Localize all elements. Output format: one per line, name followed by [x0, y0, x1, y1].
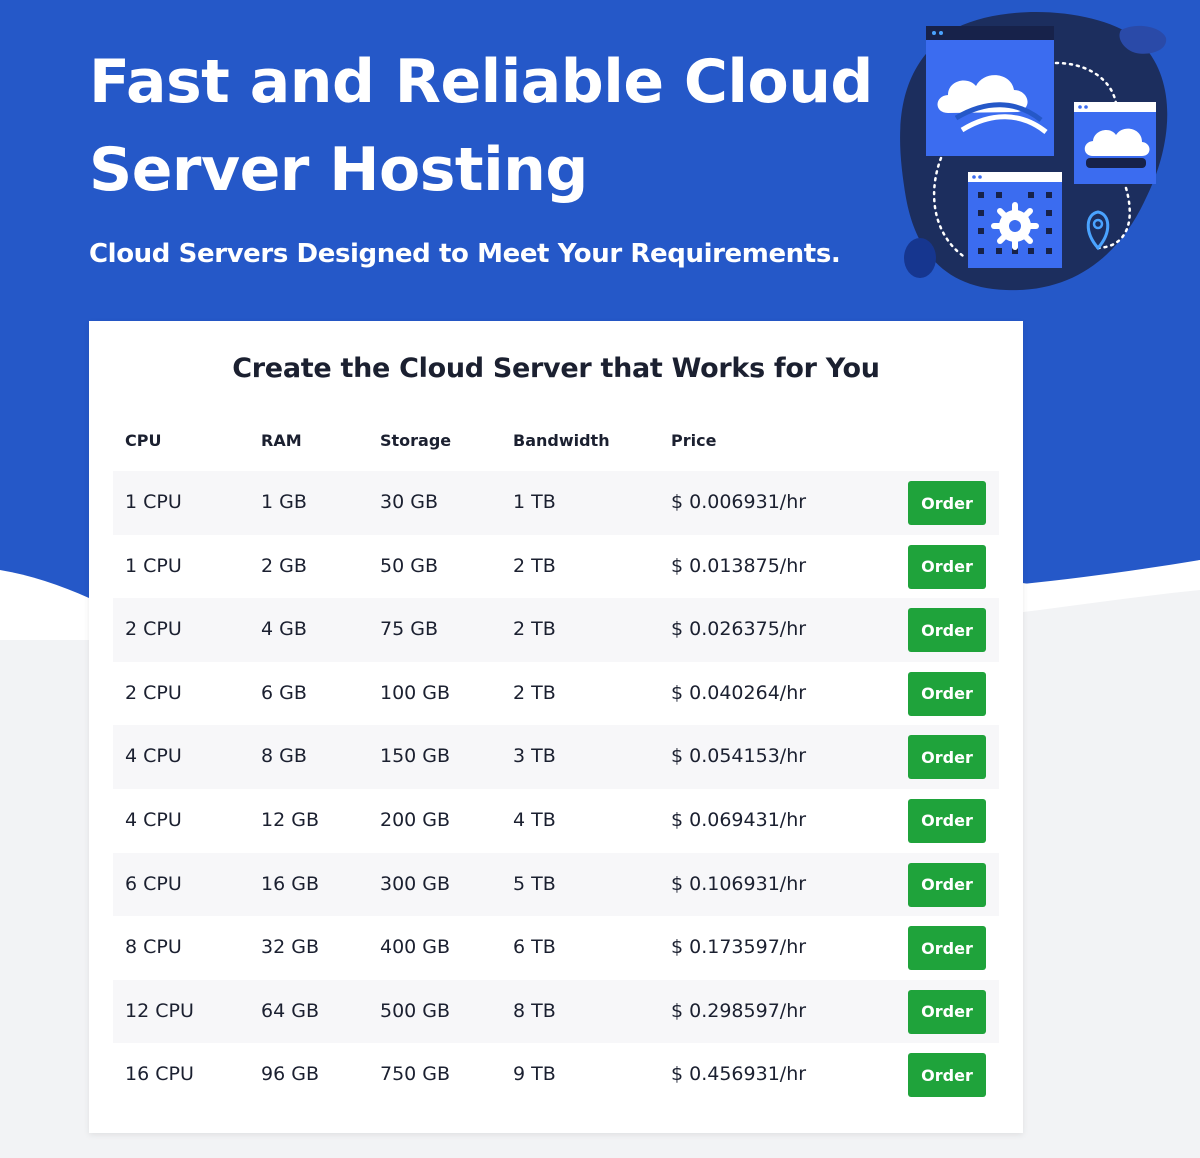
hero-title-line-2: Server Hosting: [89, 135, 588, 205]
ram-cell: 32 GB: [261, 936, 319, 959]
ram-cell: 12 GB: [261, 808, 319, 831]
order-button[interactable]: Order: [908, 989, 986, 1034]
order-button[interactable]: Order: [908, 608, 986, 653]
ram-cell: 16 GB: [261, 872, 319, 895]
bandwidth-cell: 1 TB: [513, 491, 556, 513]
bandwidth-cell: 2 TB: [513, 681, 556, 704]
table-row: 16 CPU 96 GB 750 GB 9 TB $ 0.456931/hr Order: [113, 1043, 999, 1107]
bandwidth-cell: 9 TB: [513, 1063, 556, 1086]
cpu-cell: 2 CPU: [125, 681, 182, 704]
ram-cell: 2 GB: [261, 554, 307, 577]
price-cell: $ 0.054153/hr: [671, 745, 807, 768]
bandwidth-cell: 2 TB: [513, 618, 556, 641]
table-row: 4 CPU 12 GB 200 GB 4 TB $ 0.069431/hr Order: [113, 789, 999, 853]
pricing-title: Create the Cloud Server that Works for Y…: [232, 353, 880, 384]
ram-cell: 6 GB: [261, 681, 307, 704]
order-button[interactable]: Order: [908, 481, 986, 525]
storage-cell: 75 GB: [380, 618, 438, 641]
order-button[interactable]: Order: [908, 671, 986, 716]
storage-cell: 150 GB: [380, 745, 451, 768]
column-header-bandwidth: Bandwidth: [513, 431, 610, 450]
cpu-cell: 1 CPU: [125, 491, 182, 513]
price-cell: $ 0.456931/hr: [671, 1063, 807, 1086]
server-gear-icon: [968, 172, 1062, 268]
order-button[interactable]: Order: [908, 798, 986, 843]
price-cell: $ 0.069431/hr: [671, 808, 807, 831]
price-cell: $ 0.106931/hr: [671, 872, 807, 895]
order-button[interactable]: Order: [908, 735, 986, 780]
cpu-cell: 2 CPU: [125, 618, 182, 641]
bandwidth-cell: 5 TB: [513, 872, 556, 895]
cpu-cell: 6 CPU: [125, 872, 182, 895]
table-row: 12 CPU 64 GB 500 GB 8 TB $ 0.298597/hr Order: [113, 979, 999, 1044]
table-row: 2 CPU 6 GB 100 GB 2 TB $ 0.040264/hr Order: [113, 662, 999, 726]
column-header-cpu: CPU: [125, 431, 162, 450]
table-row: 1 CPU 1 GB 30 GB 1 TB $ 0.006931/hr Order: [113, 471, 999, 535]
table-row: 6 CPU 16 GB 300 GB 5 TB $ 0.106931/hr Order: [113, 852, 999, 917]
column-header-storage: Storage: [380, 431, 452, 450]
table-row: 1 CPU 2 GB 50 GB 2 TB $ 0.013875/hr Order: [113, 535, 999, 599]
table-row: 4 CPU 8 GB 150 GB 3 TB $ 0.054153/hr Order: [113, 725, 999, 789]
price-cell: $ 0.026375/hr: [671, 618, 807, 641]
cpu-cell: 4 CPU: [125, 745, 182, 768]
price-cell: $ 0.298597/hr: [671, 999, 807, 1022]
order-button[interactable]: Order: [908, 1053, 986, 1098]
bandwidth-cell: 2 TB: [513, 554, 556, 577]
bandwidth-cell: 6 TB: [513, 936, 556, 959]
bandwidth-cell: 4 TB: [513, 808, 556, 831]
pricing-card: Create the Cloud Server that Works for Y…: [89, 321, 1023, 1133]
cpu-cell: 12 CPU: [125, 999, 194, 1022]
bandwidth-cell: 3 TB: [513, 745, 556, 768]
cloud-window-icon: [926, 26, 1054, 156]
table-row: 2 CPU 4 GB 75 GB 2 TB $ 0.026375/hr Order: [113, 598, 999, 662]
ram-cell: 4 GB: [261, 618, 307, 641]
column-header-ram: RAM: [261, 431, 302, 450]
storage-cell: 750 GB: [380, 1063, 451, 1086]
price-cell: $ 0.006931/hr: [671, 491, 807, 513]
cpu-cell: 1 CPU: [125, 554, 182, 577]
order-button[interactable]: Order: [908, 544, 986, 589]
storage-cell: 50 GB: [380, 554, 438, 577]
storage-cell: 300 GB: [380, 872, 451, 895]
ram-cell: 96 GB: [261, 1063, 319, 1086]
table-row: 8 CPU 32 GB 400 GB 6 TB $ 0.173597/hr Order: [113, 916, 999, 980]
column-header-price: Price: [671, 431, 717, 450]
price-cell: $ 0.173597/hr: [671, 936, 807, 959]
hero-subtitle: Cloud Servers Designed to Meet Your Requ…: [89, 239, 841, 269]
ram-cell: 1 GB: [261, 491, 307, 513]
pricing-table: CPU RAM Storage Bandwidth Price 1 CPU 1 G…: [113, 411, 999, 1107]
hero-title-line-1: Fast and Reliable Cloud: [89, 47, 873, 117]
order-button[interactable]: Order: [908, 926, 986, 971]
cloud-hosting-illustration: [900, 11, 1168, 291]
storage-cell: 500 GB: [380, 999, 451, 1022]
cpu-cell: 4 CPU: [125, 808, 182, 831]
storage-cell: 400 GB: [380, 936, 451, 959]
ram-cell: 8 GB: [261, 745, 307, 768]
hero-title: Fast and Reliable Cloud Server Hosting: [89, 38, 889, 214]
price-cell: $ 0.040264/hr: [671, 681, 807, 704]
ram-cell: 64 GB: [261, 999, 319, 1022]
bandwidth-cell: 8 TB: [513, 999, 556, 1022]
table-header: CPU RAM Storage Bandwidth Price: [113, 411, 999, 471]
cpu-cell: 16 CPU: [125, 1063, 194, 1086]
storage-cell: 100 GB: [380, 681, 451, 704]
storage-cell: 200 GB: [380, 808, 451, 831]
storage-cell: 30 GB: [380, 491, 438, 513]
order-button[interactable]: Order: [908, 862, 986, 907]
cloud-storage-icon: [1074, 102, 1156, 184]
cpu-cell: 8 CPU: [125, 936, 182, 959]
table-body: 1 CPU 1 GB 30 GB 1 TB $ 0.006931/hr Order 1 CP…: [113, 471, 999, 1107]
price-cell: $ 0.013875/hr: [671, 554, 807, 577]
